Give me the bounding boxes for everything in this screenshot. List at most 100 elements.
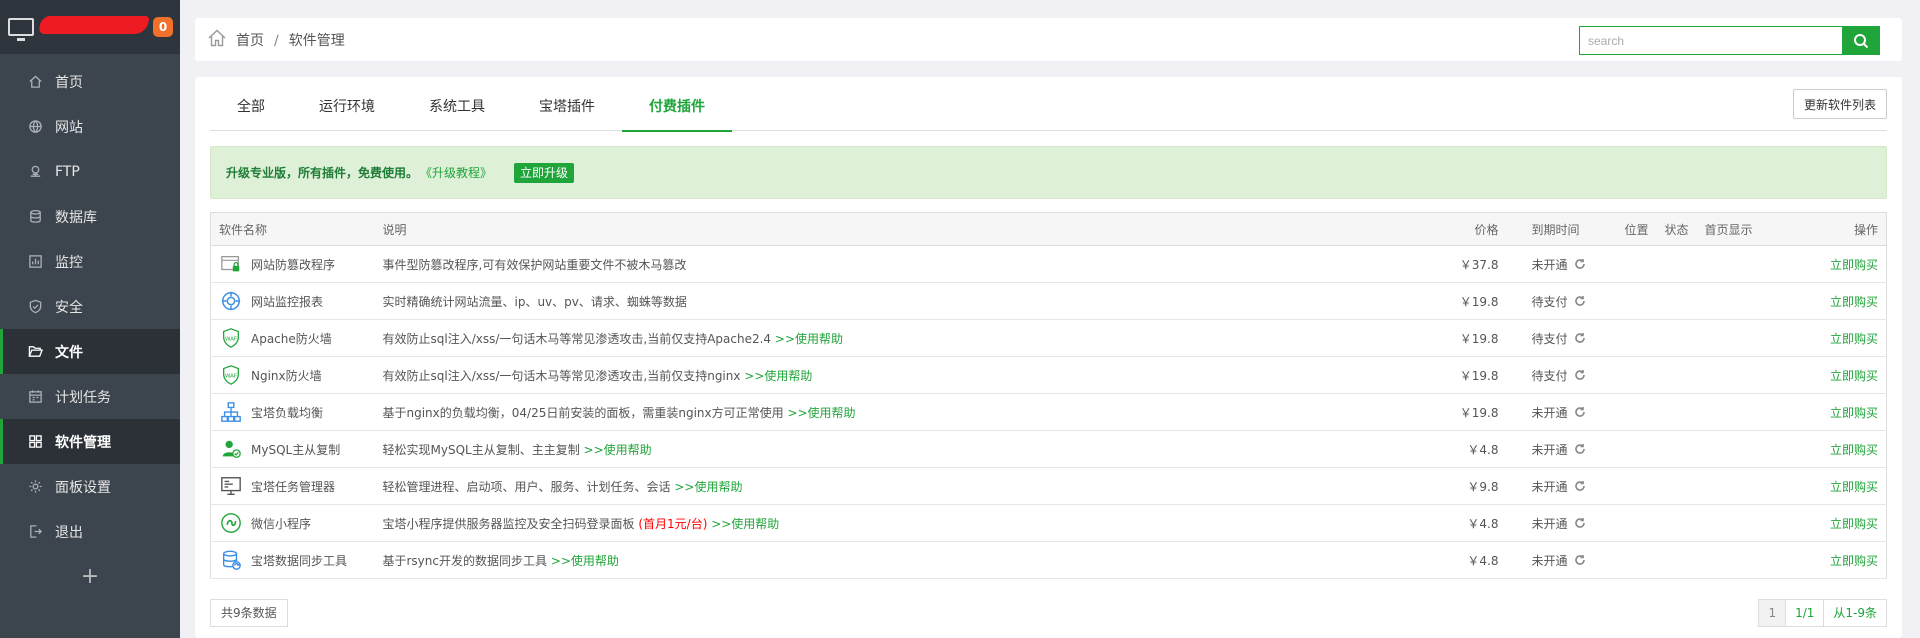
data-sync-icon [219, 548, 243, 572]
help-link[interactable]: >>使用帮助 [584, 443, 652, 457]
help-link[interactable]: >>使用帮助 [787, 406, 855, 420]
plugin-action: 立即购买 [1766, 282, 1887, 320]
add-shortcut-button[interactable]: + [0, 554, 180, 598]
search-button[interactable] [1842, 26, 1880, 55]
upgrade-now-button[interactable]: 立即升级 [514, 162, 575, 183]
page-number[interactable]: 1 [1758, 599, 1787, 627]
plugin-position [1616, 541, 1657, 579]
buy-now-button[interactable]: 立即购买 [1830, 443, 1878, 457]
mysql-replication-icon [219, 437, 243, 461]
svg-text:WAF: WAF [225, 373, 237, 379]
plugin-homepage [1696, 356, 1767, 394]
page-count: 1/1 [1785, 599, 1825, 627]
plugin-expire: 未开通 [1506, 393, 1617, 431]
buy-now-button[interactable]: 立即购买 [1830, 480, 1878, 494]
upgrade-tutorial-link[interactable]: 《升级教程》 [420, 164, 492, 181]
plugin-position [1616, 504, 1657, 542]
buy-now-button[interactable]: 立即购买 [1830, 554, 1878, 568]
plugin-name[interactable]: MySQL主从复制 [251, 441, 340, 458]
notification-badge[interactable]: 0 [153, 17, 173, 37]
plugin-status [1656, 393, 1697, 431]
load-balance-icon [219, 400, 243, 424]
refresh-icon[interactable] [1574, 295, 1586, 307]
sidebar-item-security[interactable]: 安全 [0, 284, 180, 329]
help-link[interactable]: >>使用帮助 [775, 332, 843, 346]
search-input[interactable] [1579, 26, 1842, 55]
buy-now-button[interactable]: 立即购买 [1830, 517, 1878, 531]
refresh-icon[interactable] [1574, 443, 1586, 455]
plugin-name-cell: MySQL主从复制 [210, 430, 375, 468]
tab-all[interactable]: 全部 [210, 85, 292, 130]
sidebar-item-home[interactable]: 首页 [0, 59, 180, 104]
plugin-status [1656, 467, 1697, 505]
buy-now-button[interactable]: 立即购买 [1830, 369, 1878, 383]
upgrade-alert: 升级专业版，所有插件，免费使用。 《升级教程》 立即升级 [210, 146, 1887, 199]
refresh-software-list-button[interactable]: 更新软件列表 [1792, 89, 1887, 119]
plugin-status [1656, 319, 1697, 357]
plugin-name[interactable]: 网站防篡改程序 [251, 256, 335, 273]
plugin-name[interactable]: 宝塔负载均衡 [251, 404, 323, 421]
refresh-icon[interactable] [1574, 258, 1586, 270]
plugin-expire: 未开通 [1506, 245, 1617, 283]
sidebar-item-cron[interactable]: 计划任务 [0, 374, 180, 419]
tab-paid-plugins[interactable]: 付费插件 [622, 85, 732, 132]
sidebar-item-ftp[interactable]: FTP [0, 149, 180, 194]
sidebar-item-logout[interactable]: 退出 [0, 509, 180, 554]
plugin-description-text: 有效防止sql注入/xss/一句话木马等常见渗透攻击,当前仅支持nginx [382, 368, 745, 383]
help-link[interactable]: >>使用帮助 [707, 517, 779, 531]
sidebar-item-files[interactable]: 文件 [0, 329, 180, 374]
gear-icon [28, 479, 43, 494]
refresh-icon[interactable] [1574, 554, 1586, 566]
plugin-name[interactable]: Nginx防火墙 [251, 367, 322, 384]
refresh-icon[interactable] [1574, 406, 1586, 418]
help-link[interactable]: >>使用帮助 [674, 480, 742, 494]
plugin-homepage [1696, 504, 1767, 542]
breadcrumb: 首页 / 软件管理 [236, 30, 345, 50]
table-row: WAF Nginx防火墙 有效防止sql注入/xss/一句话木马等常见渗透攻击,当前… [210, 356, 1887, 394]
plugin-price: ￥19.8 [1396, 393, 1507, 431]
plugin-name[interactable]: 宝塔任务管理器 [251, 478, 335, 495]
table-row: 网站防篡改程序 事件型防篡改程序,可有效保护网站重要文件不被木马篡改 ￥37.8 未开… [210, 245, 1887, 283]
plugin-description-text: 有效防止sql注入/xss/一句话木马等常见渗透攻击,当前仅支持Apache2.… [382, 331, 775, 346]
col-position: 位置 [1616, 212, 1657, 246]
sidebar-item-settings[interactable]: 面板设置 [0, 464, 180, 509]
plugin-name[interactable]: 网站监控报表 [251, 293, 323, 310]
expire-status: 待支付 [1531, 294, 1568, 309]
buy-now-button[interactable]: 立即购买 [1830, 332, 1878, 346]
buy-now-button[interactable]: 立即购买 [1830, 258, 1878, 272]
expire-status: 未开通 [1531, 479, 1568, 494]
tab-bt-plugins[interactable]: 宝塔插件 [512, 85, 622, 130]
tab-runtime[interactable]: 运行环境 [292, 85, 402, 130]
refresh-icon[interactable] [1574, 369, 1586, 381]
plugin-description-text: 基于rsync开发的数据同步工具 [382, 553, 551, 568]
refresh-icon[interactable] [1574, 332, 1586, 344]
table-row: 宝塔负载均衡 基于nginx的负载均衡，04/25日前安装的面板，需重装nginx… [210, 393, 1887, 431]
plugin-price: ￥19.8 [1396, 356, 1507, 394]
buy-now-button[interactable]: 立即购买 [1830, 295, 1878, 309]
search-box [1579, 26, 1880, 55]
plugin-name[interactable]: 宝塔数据同步工具 [251, 552, 347, 569]
sidebar-item-database[interactable]: 数据库 [0, 194, 180, 239]
plugin-name[interactable]: 微信小程序 [251, 515, 311, 532]
plugin-expire: 待支付 [1506, 282, 1617, 320]
help-link[interactable]: >>使用帮助 [551, 554, 619, 568]
monitor-icon [28, 254, 43, 269]
refresh-icon[interactable] [1574, 517, 1586, 529]
breadcrumb-home[interactable]: 首页 [236, 33, 264, 49]
server-icon [8, 18, 34, 41]
plugin-homepage [1696, 393, 1767, 431]
pagination: 1 1/1 从1-9条 [1758, 599, 1887, 627]
sidebar-item-monitor[interactable]: 监控 [0, 239, 180, 284]
plugin-name-cell: 微信小程序 [210, 504, 375, 542]
plugin-description-text: 基于nginx的负载均衡，04/25日前安装的面板，需重装nginx方可正常使用 [382, 405, 788, 420]
buy-now-button[interactable]: 立即购买 [1830, 406, 1878, 420]
refresh-icon[interactable] [1574, 480, 1586, 492]
home-icon[interactable] [207, 28, 227, 52]
plugin-homepage [1696, 245, 1767, 283]
help-link[interactable]: >>使用帮助 [744, 369, 812, 383]
tab-system-tools[interactable]: 系统工具 [402, 85, 512, 130]
sidebar-item-website[interactable]: 网站 [0, 104, 180, 149]
sidebar-item-software[interactable]: 软件管理 [0, 419, 180, 464]
sidebar-menu: 首页 网站 FTP 数据库 监控 安全 文件 计划任务 软件管理 面板设置 退出 [0, 59, 180, 554]
plugin-name[interactable]: Apache防火墙 [251, 330, 332, 347]
